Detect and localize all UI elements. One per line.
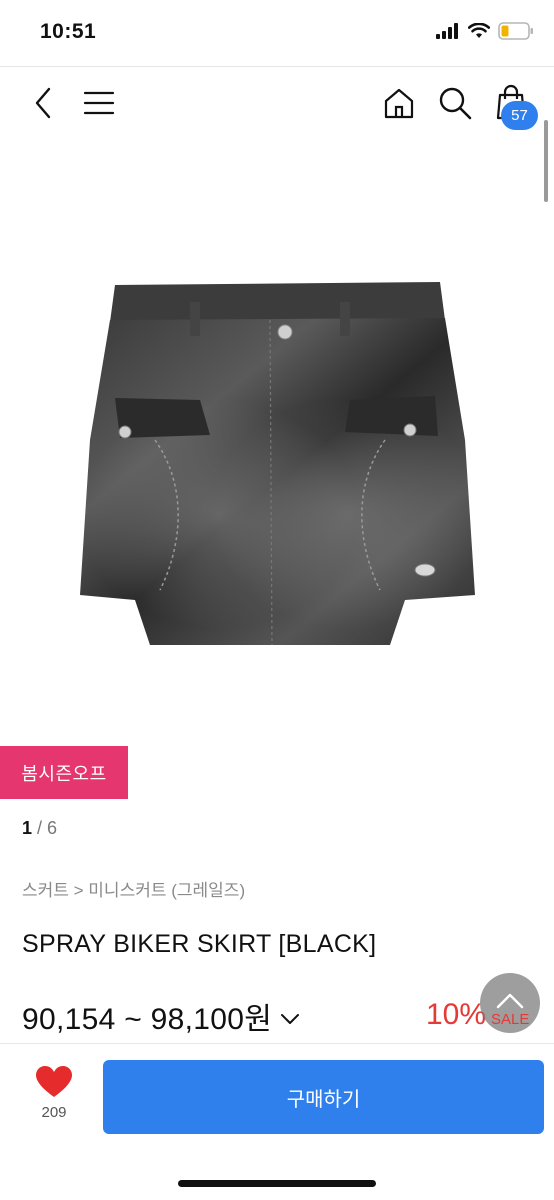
menu-icon bbox=[83, 91, 115, 115]
sale-label: SALE bbox=[491, 1011, 530, 1028]
price-dropdown[interactable]: 90,154 ~ 98,100원 bbox=[22, 996, 300, 1036]
battery-icon bbox=[498, 22, 533, 40]
pager-current: 1 bbox=[22, 818, 33, 838]
chevron-down-icon bbox=[281, 1014, 300, 1024]
promo-tag: 봄시즌오프 bbox=[0, 746, 128, 799]
nav-bar bbox=[0, 67, 554, 141]
like-button[interactable]: 209 bbox=[22, 1066, 86, 1136]
search-button[interactable] bbox=[436, 84, 474, 122]
skirt-photo bbox=[80, 282, 475, 646]
home-button[interactable] bbox=[380, 84, 418, 122]
pager-total: 6 bbox=[47, 818, 58, 838]
bottom-divider bbox=[0, 1043, 554, 1044]
wifi-icon bbox=[468, 23, 490, 38]
home-indicator[interactable] bbox=[178, 1180, 376, 1187]
signal-icon bbox=[436, 23, 458, 39]
product-title: SPRAY BIKER SKIRT [BLACK] bbox=[22, 930, 377, 958]
price-range: 90,154 ~ 98,100원 bbox=[22, 1003, 273, 1036]
buy-button[interactable]: 구매하기 bbox=[103, 1060, 544, 1134]
status-bar: 10:51 bbox=[0, 0, 554, 66]
search-icon bbox=[439, 87, 472, 120]
image-pager: 1 / 6 bbox=[22, 818, 57, 839]
heart-icon bbox=[36, 1066, 72, 1097]
back-icon bbox=[35, 87, 51, 119]
pager-separator: / bbox=[32, 818, 48, 838]
status-time: 10:51 bbox=[40, 20, 97, 43]
cart-count-badge[interactable]: 57 bbox=[501, 101, 538, 130]
status-icons bbox=[436, 22, 534, 40]
scroll-indicator[interactable] bbox=[544, 120, 548, 202]
breadcrumb[interactable]: 스커트 > 미니스커트 (그레일즈) bbox=[22, 876, 245, 901]
like-count: 209 bbox=[41, 1104, 67, 1121]
discount-rate: 10% bbox=[426, 998, 487, 1031]
product-image[interactable] bbox=[60, 260, 500, 660]
home-icon bbox=[384, 88, 414, 119]
menu-button[interactable] bbox=[80, 85, 118, 121]
back-button[interactable] bbox=[26, 85, 60, 121]
